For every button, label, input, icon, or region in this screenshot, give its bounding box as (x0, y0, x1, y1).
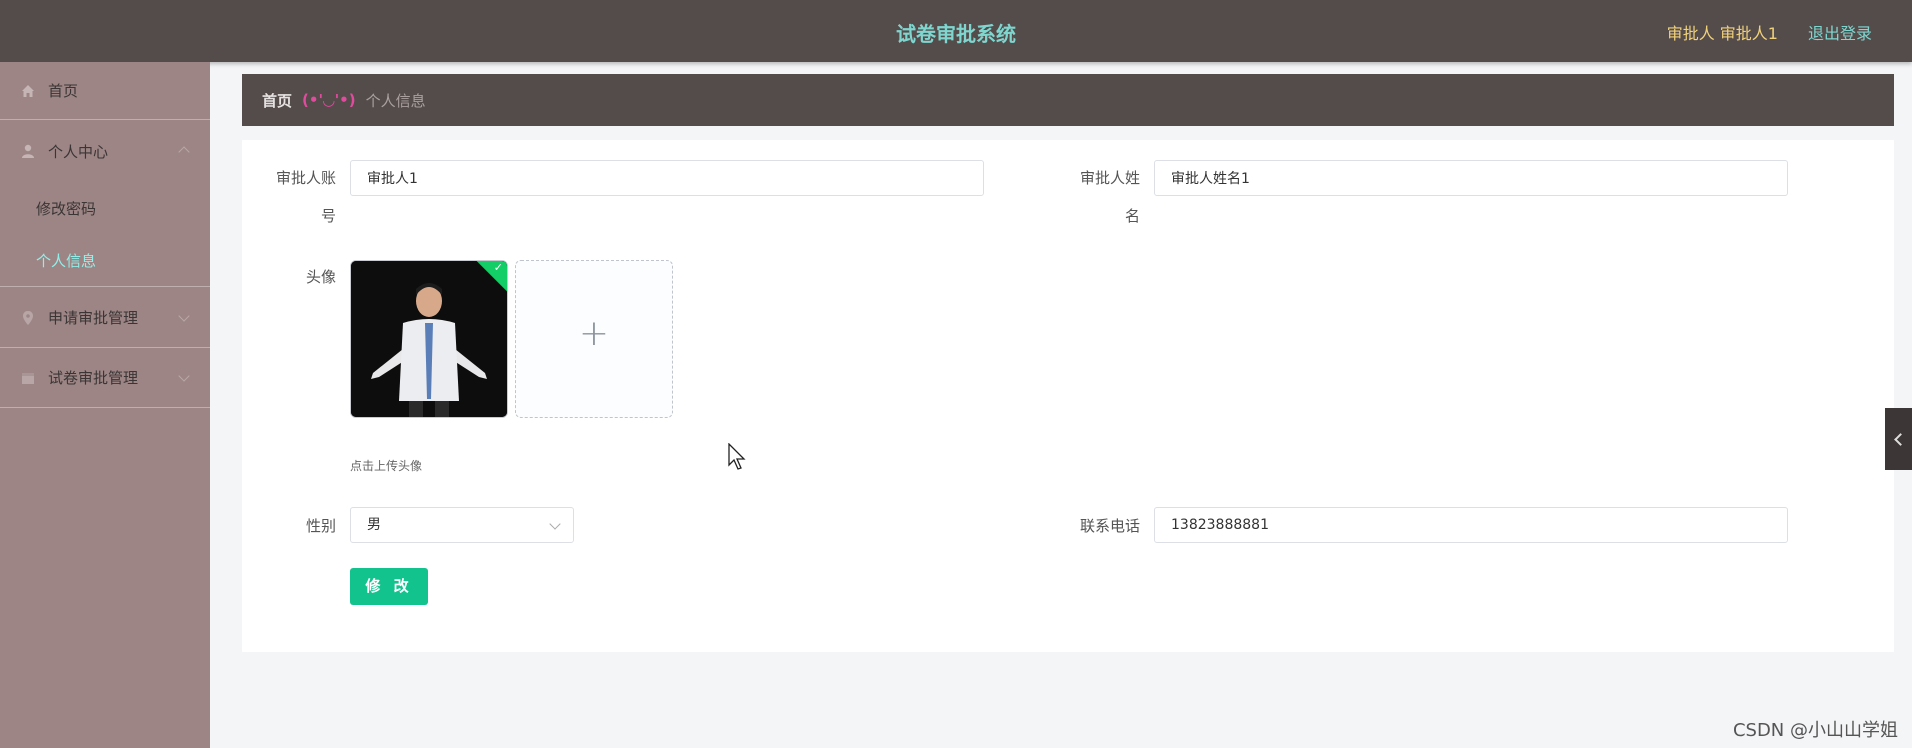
name-label-line2: 名 (1124, 207, 1140, 225)
sidebar-subitem-label: 个人信息 (36, 251, 97, 270)
avatar-image[interactable]: ✓ (350, 260, 508, 418)
breadcrumb-current: 个人信息 (365, 91, 426, 110)
save-button[interactable]: 修 改 (350, 568, 428, 605)
name-label: 审批人姓 名 (1076, 159, 1140, 235)
name-label-line1: 审批人姓 (1079, 169, 1140, 187)
chevron-left-icon (1894, 433, 1907, 446)
sidebar-subitem-label: 修改密码 (36, 199, 97, 218)
sidebar-item-application-approval[interactable]: 申请审批管理 (0, 288, 210, 348)
sidebar-item-label: 个人中心 (48, 142, 109, 161)
sidebar-subitem-personal-info[interactable]: 个人信息 (0, 234, 210, 287)
top-header: 试卷审批系统 审批人 审批人1 退出登录 (0, 0, 1912, 62)
user-icon (20, 143, 36, 159)
watermark: CSDN @小山山学姐 (1732, 720, 1898, 741)
current-user-label: 审批人 审批人1 (1666, 24, 1778, 43)
account-label-line1: 审批人账 (275, 169, 336, 187)
breadcrumb: 首页 (•'◡'•) 个人信息 (242, 74, 1894, 126)
account-input[interactable] (350, 160, 984, 196)
sidebar-item-home[interactable]: 首页 (0, 62, 210, 120)
avatar-upload-hint: 点击上传头像 (350, 459, 423, 473)
account-label-line2: 号 (320, 207, 336, 225)
logout-link[interactable]: 退出登录 (1808, 20, 1872, 44)
name-input[interactable] (1154, 160, 1788, 196)
avatar-label: 头像 (305, 268, 336, 286)
check-icon: ✓ (493, 261, 503, 274)
chevron-down-icon (549, 518, 561, 530)
calendar-icon (20, 370, 36, 386)
gender-select-value: 男 (367, 517, 381, 533)
side-panel-toggle[interactable] (1885, 408, 1912, 470)
gender-select[interactable]: 男 (350, 507, 574, 543)
home-icon (20, 83, 36, 99)
gender-label: 性别 (305, 517, 336, 535)
chevron-up-icon (178, 146, 190, 158)
location-icon (20, 310, 36, 326)
profile-form: 审批人账 号 审批人姓 名 头像 ✓ + 点击上传头像 性别 男 联系电 (242, 140, 1894, 652)
sidebar-item-personal-center[interactable]: 个人中心 (0, 120, 210, 182)
avatar-photo (351, 261, 507, 417)
phone-label: 联系电话 (1079, 517, 1140, 535)
avatar-upload-button[interactable]: + (515, 260, 673, 418)
sidebar: 首页 个人中心 修改密码 个人信息 申请审批管理 试卷审批管理 (0, 62, 210, 748)
plus-icon: + (578, 313, 610, 354)
sidebar-item-label: 首页 (48, 82, 79, 100)
account-label: 审批人账 号 (272, 159, 336, 235)
sidebar-item-label: 申请审批管理 (48, 309, 139, 327)
chevron-down-icon (178, 310, 190, 322)
sidebar-subitem-change-password[interactable]: 修改密码 (0, 182, 210, 234)
app-title: 试卷审批系统 (896, 22, 1016, 46)
sidebar-item-label: 试卷审批管理 (48, 369, 139, 387)
chevron-down-icon (178, 370, 190, 382)
mouse-cursor-icon (728, 443, 746, 470)
breadcrumb-separator: (•'◡'•) (302, 91, 356, 109)
breadcrumb-home[interactable]: 首页 (262, 90, 292, 111)
sidebar-item-paper-approval[interactable]: 试卷审批管理 (0, 348, 210, 408)
phone-input[interactable] (1154, 507, 1788, 543)
